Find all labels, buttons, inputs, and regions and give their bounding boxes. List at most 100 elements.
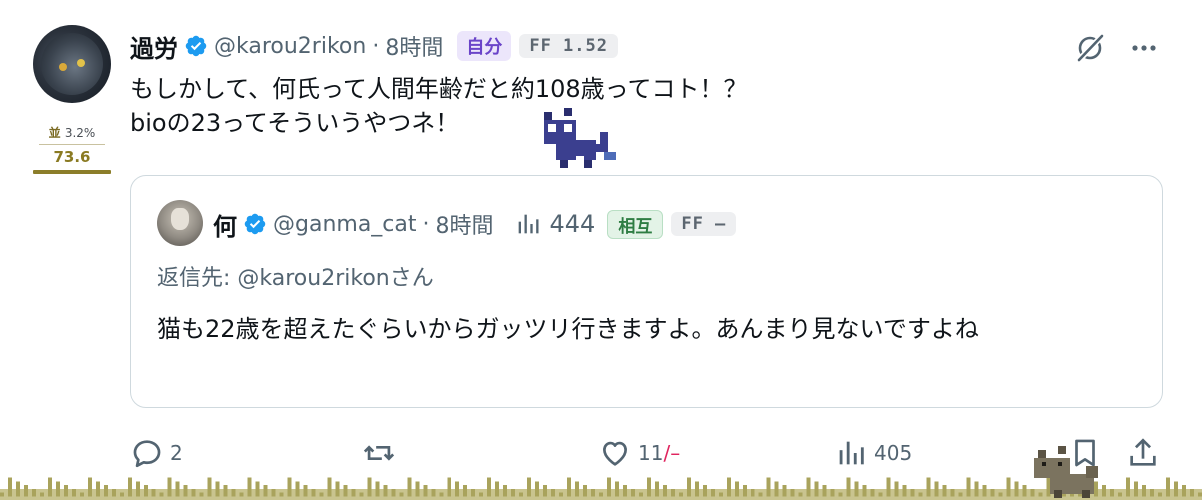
like-button[interactable]: 11 /– <box>598 436 680 470</box>
grass-tuft <box>375 481 380 497</box>
grass-tuft <box>79 492 84 497</box>
author-name[interactable]: 過労 <box>130 29 178 64</box>
grass-tuft <box>798 492 803 497</box>
avatar-image <box>171 208 189 230</box>
verified-badge-icon <box>244 213 266 235</box>
avatar-detail <box>59 63 67 71</box>
quoted-tweet-text: 猫も22歳を超えたぐらいからガッツリ行きますよ。あんまり見ないですよね <box>157 315 979 343</box>
heart-icon <box>603 441 627 466</box>
grass-tuft <box>822 485 827 497</box>
grass-tuft <box>622 485 627 497</box>
tweet-article[interactable]: 並 3.2% 73.6 過労 @karou2rikon · 8時間 自分 FF … <box>0 0 1202 500</box>
grass-tuft <box>175 481 180 497</box>
grass-tuft <box>694 481 699 497</box>
views-button[interactable]: 405 <box>834 436 912 470</box>
grass-tuft <box>167 477 172 497</box>
grass-tuft <box>1022 485 1027 497</box>
quoted-views-count: 444 <box>549 210 596 238</box>
grass-tuft <box>958 492 963 497</box>
grass-tuft <box>231 488 236 497</box>
grass-tuft <box>239 492 244 497</box>
tweet-time[interactable]: 8時間 <box>385 30 443 62</box>
more-button[interactable] <box>1126 30 1162 66</box>
grass-tuft <box>774 481 779 497</box>
grass-tuft <box>1134 481 1139 497</box>
grass-tuft <box>511 488 516 497</box>
quoted-author-handle[interactable]: @ganma_cat <box>273 212 417 237</box>
share-icon <box>1130 438 1156 466</box>
grass-tuft <box>894 481 899 497</box>
tweet-action-bar: 2 11 /– 405 <box>130 436 1170 476</box>
score-value: 73.6 <box>53 148 91 166</box>
reply-icon <box>133 440 161 468</box>
grass-tuft <box>599 492 603 497</box>
grass-tuft <box>750 488 755 497</box>
grass-tuft <box>479 492 484 497</box>
grass-tuft <box>87 477 92 497</box>
grass-tuft <box>447 477 452 497</box>
grass-tuft <box>567 477 572 497</box>
reply-button[interactable]: 2 <box>130 436 183 470</box>
share-button[interactable] <box>1126 436 1166 470</box>
grass-tuft <box>311 488 316 497</box>
tweet-top-actions <box>1054 30 1162 66</box>
reply-count: 2 <box>170 441 183 465</box>
grass-tuft <box>543 485 548 497</box>
grass-tuft <box>878 492 883 497</box>
grass-tuft <box>950 488 955 497</box>
grok-button[interactable] <box>1072 30 1108 66</box>
grass-tuft <box>391 488 396 497</box>
retweet-icon <box>363 445 395 461</box>
grass-tuft <box>535 481 540 497</box>
grass-tuft <box>726 477 731 497</box>
grass-tuft <box>319 492 324 497</box>
grass-tuft <box>1014 481 1019 497</box>
retweet-button[interactable] <box>362 436 402 470</box>
grass-tuft <box>191 488 196 497</box>
grass-tuft <box>23 485 28 497</box>
grass-tuft <box>854 481 859 497</box>
grass-tuft <box>942 485 947 497</box>
grass-tuft <box>455 481 460 497</box>
grass-tuft <box>1174 481 1179 497</box>
verified-badge-icon <box>185 35 207 57</box>
grass-tuft <box>1142 485 1147 497</box>
grass-tuft <box>135 481 140 497</box>
quoted-author-name[interactable]: 何 <box>213 207 237 242</box>
grass-tuft <box>710 488 715 497</box>
grass-tuft <box>303 485 308 497</box>
grass-tuft <box>886 477 891 497</box>
grass-tuft <box>199 492 204 497</box>
author-handle[interactable]: @karou2rikon <box>214 34 366 59</box>
score-divider <box>39 144 105 145</box>
grass-tuft <box>559 492 564 497</box>
grass-tuft <box>614 481 619 497</box>
grass-tuft <box>471 488 476 497</box>
tweet-header: 過労 @karou2rikon · 8時間 自分 FF 1.52 <box>130 28 618 64</box>
grass-tuft <box>670 488 675 497</box>
grass-tuft <box>503 485 508 497</box>
grass-tuft <box>918 492 923 497</box>
avatar-image <box>41 33 103 95</box>
relation-badge: 自分 <box>457 31 512 61</box>
grass-tuft <box>702 485 707 497</box>
grass-tuft <box>1118 492 1123 497</box>
grass-tuft <box>718 492 723 497</box>
quoted-views: 444 <box>514 210 596 238</box>
views-chart-icon <box>839 441 864 465</box>
grass-tuft <box>151 488 156 497</box>
quoted-tweet-card[interactable]: 何 @ganma_cat · 8時間 444 相互 FF – 返信先: @kar… <box>130 175 1163 408</box>
grass-tuft <box>519 492 524 497</box>
grass-tuft <box>846 477 851 497</box>
quoted-tweet-header: 何 @ganma_cat · 8時間 444 相互 FF – <box>213 204 737 244</box>
quoted-author-avatar[interactable] <box>157 200 203 246</box>
grass-tuft <box>39 492 44 497</box>
grass-tuft <box>926 477 931 497</box>
author-avatar[interactable] <box>33 25 111 103</box>
grass-tuft <box>998 492 1003 497</box>
grass-tuft <box>295 481 300 497</box>
grass-tuft <box>215 481 220 497</box>
quoted-tweet-time[interactable]: 8時間 <box>436 208 494 240</box>
grass-tuft <box>431 488 436 497</box>
grass-tuft <box>399 492 404 497</box>
